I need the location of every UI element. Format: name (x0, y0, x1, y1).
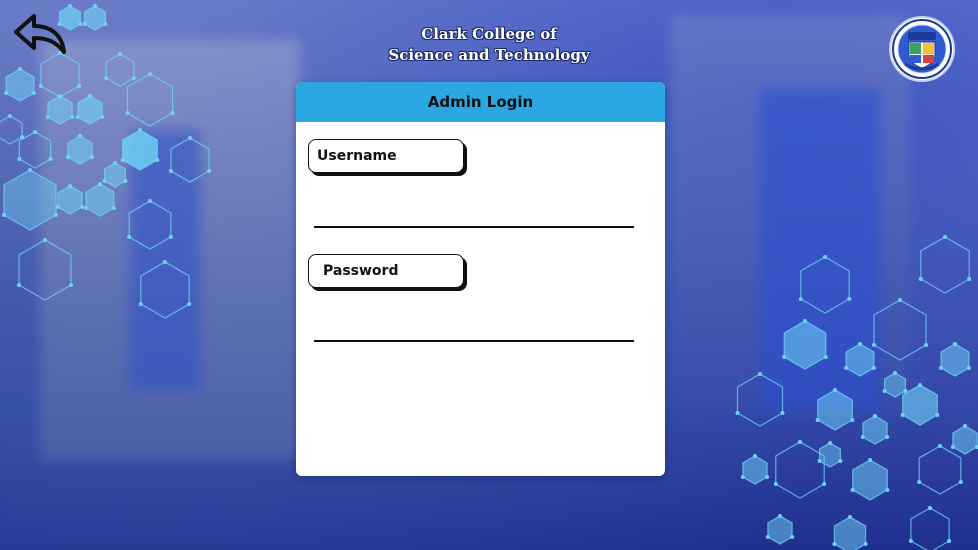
hexagon-node (28, 168, 32, 172)
hexagon-node (17, 157, 22, 161)
hexagon-shape (918, 445, 962, 495)
username-label-text: Username (317, 148, 397, 164)
hexagon-shape (910, 507, 950, 550)
hexagon-node (17, 283, 21, 287)
hexagon-node (4, 91, 9, 95)
hexagon-node (31, 91, 36, 95)
hexagon-shape (775, 441, 825, 499)
hexagon-node (753, 454, 757, 458)
hexagon-node (2, 213, 6, 217)
hexagon-node (939, 366, 944, 370)
page-title: Clark College of Science and Technology (339, 24, 639, 66)
hexagon-node (850, 418, 855, 422)
college-seal-icon (892, 19, 952, 79)
background-building-panel (760, 90, 880, 410)
hexagon-node (924, 343, 928, 347)
admin-login-card: Admin Login Username Password (296, 82, 665, 476)
hexagon-node (68, 4, 72, 8)
hexagon-node (868, 458, 872, 462)
hexagon-node (943, 235, 947, 239)
hexagon-node (798, 440, 802, 444)
college-logo (889, 16, 955, 82)
hexagon-shape (940, 343, 970, 377)
card-title: Admin Login (427, 93, 534, 111)
hexagon-node (848, 515, 852, 519)
hexagon-node (885, 435, 890, 439)
hexagon-node (917, 480, 922, 484)
hexagon-node (20, 135, 25, 139)
hexagon-node (822, 482, 827, 486)
hexagon-shape (5, 68, 35, 102)
hexagon-node (78, 22, 83, 26)
hexagon-node (938, 444, 942, 448)
hexagon-shape (920, 236, 970, 294)
hexagon-node (8, 114, 12, 118)
hexagon-shape (862, 415, 888, 445)
hexagon-node (832, 542, 837, 546)
hexagon-node (828, 441, 832, 445)
hexagon-node (947, 539, 952, 543)
back-arrow-icon (14, 14, 66, 54)
back-button[interactable] (12, 10, 68, 60)
username-input[interactable] (314, 204, 634, 228)
hexagon-node (103, 22, 108, 26)
title-line-1: Clark College of (421, 25, 557, 43)
hexagon-node (953, 342, 957, 346)
hexagon-node (765, 535, 770, 539)
hexagon-node (928, 506, 932, 510)
hexagon-node (967, 277, 972, 281)
background-building-panel-left (130, 130, 200, 390)
password-label-text: Password (323, 263, 399, 279)
hexagon-shape (952, 425, 978, 455)
hexagon-node (773, 482, 778, 486)
hexagon-shape (767, 515, 793, 545)
hexagon-node (817, 459, 822, 463)
hexagon-node (950, 445, 955, 449)
hexagon-node (815, 418, 820, 422)
hexagon-node (863, 542, 868, 546)
hexagon-shape (852, 459, 888, 501)
hexagon-node (765, 475, 770, 479)
hexagon-node (860, 435, 865, 439)
hexagon-node (33, 130, 37, 134)
title-line-2: Science and Technology (388, 46, 590, 64)
hexagon-node (918, 277, 923, 281)
hexagon-node (966, 366, 971, 370)
hexagon-shape (83, 5, 107, 31)
hexagon-node (838, 459, 843, 463)
password-label: Password (308, 254, 464, 288)
hexagon-node (918, 383, 922, 387)
hexagon-node (935, 413, 940, 417)
hexagon-node (850, 488, 855, 492)
hexagon-node (963, 424, 967, 428)
hexagon-node (790, 535, 795, 539)
password-input[interactable] (314, 318, 634, 342)
hexagon-node (18, 67, 22, 71)
hexagon-shape (742, 455, 768, 485)
hexagon-node (740, 475, 745, 479)
hexagon-shape (833, 516, 867, 550)
hexagon-node (93, 4, 97, 8)
hexagon-shape (818, 442, 842, 468)
hexagon-node (82, 22, 87, 26)
hexagon-node (885, 488, 890, 492)
hexagon-node (958, 480, 963, 484)
card-header: Admin Login (296, 82, 665, 122)
hexagon-node (778, 514, 782, 518)
username-label: Username (308, 139, 464, 173)
hexagon-shape (0, 115, 23, 145)
hexagon-node (908, 539, 913, 543)
